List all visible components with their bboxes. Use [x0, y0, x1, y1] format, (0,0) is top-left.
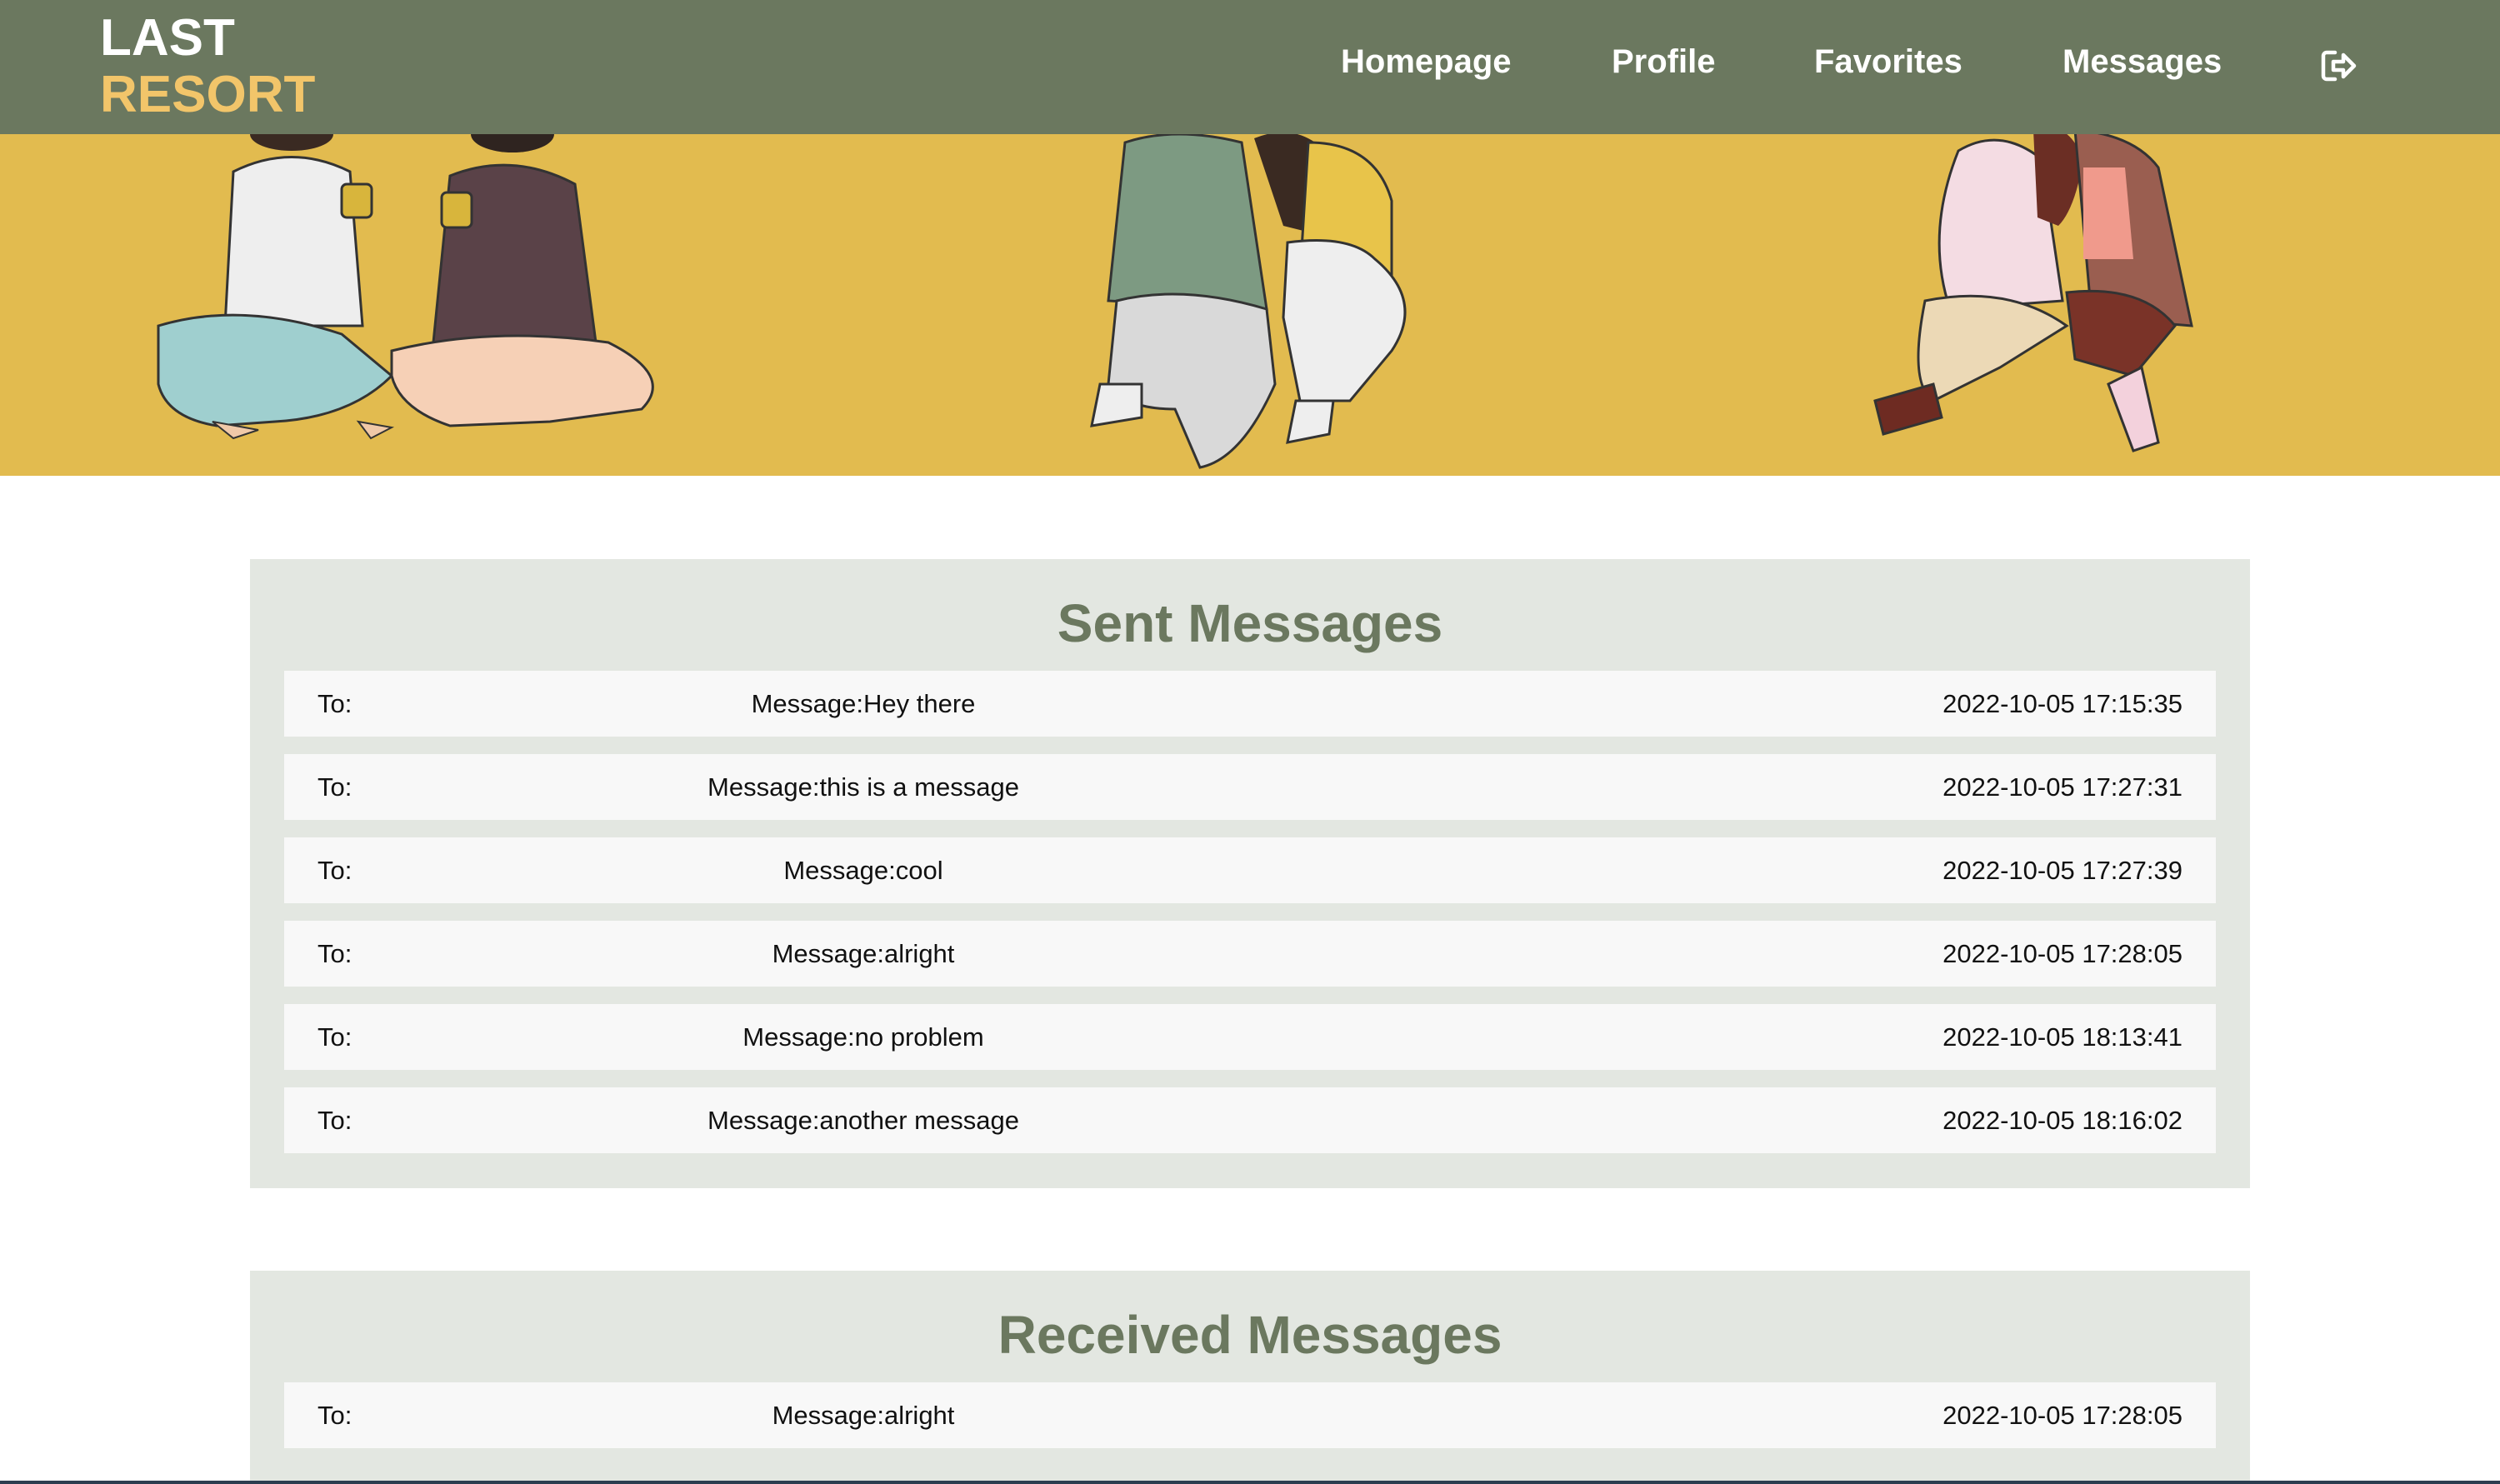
message-text: Message:no problem [742, 1022, 984, 1052]
illustration-couple-center [1090, 134, 1407, 469]
site-logo[interactable]: LAST RESORT [100, 10, 315, 123]
message-row[interactable]: To: Message:alright 2022-10-05 17:28:05 [284, 1382, 2216, 1448]
sent-messages-title: Sent Messages [1057, 593, 1443, 653]
message-text: Message:alright [772, 1401, 955, 1430]
message-row[interactable]: To: Message:alright 2022-10-05 17:28:05 [284, 921, 2216, 987]
sent-messages-panel: Sent Messages To: Message:Hey there 2022-1… [250, 559, 2250, 1188]
message-row[interactable]: To: Message:no problem 2022-10-05 18:13:41 [284, 1004, 2216, 1070]
message-text: Message:alright [772, 939, 955, 968]
message-timestamp: 2022-10-05 17:15:35 [1942, 689, 2182, 718]
message-timestamp: 2022-10-05 17:27:31 [1942, 772, 2182, 802]
nav-link-favorites[interactable]: Favorites [1814, 43, 1962, 81]
message-timestamp: 2022-10-05 17:28:05 [1942, 939, 2182, 968]
illustration-couple-right [1873, 134, 2193, 452]
nav-link-homepage[interactable]: Homepage [1341, 43, 1512, 81]
message-text: Message:this is a message [708, 772, 1019, 802]
message-row[interactable]: To: Message:this is a message 2022-10-05 1… [284, 754, 2216, 820]
hero-banner [0, 134, 2500, 476]
logo-line-1: LAST [100, 9, 235, 67]
top-navbar: LAST RESORT Homepage Profile Favorites M… [0, 0, 2500, 134]
message-text: Message:cool [783, 856, 943, 885]
message-timestamp: 2022-10-05 17:28:05 [1942, 1401, 2182, 1430]
message-row[interactable]: To: Message:Hey there 2022-10-05 17:15:35 [284, 671, 2216, 737]
illustration-couple-left [157, 134, 654, 440]
logout-icon[interactable] [2318, 46, 2358, 86]
message-row[interactable]: To: Message:another message 2022-10-05 18:… [284, 1087, 2216, 1153]
nav-link-profile[interactable]: Profile [1612, 43, 1715, 81]
received-messages-panel: Received Messages To: Message:alright 2022… [250, 1271, 2250, 1484]
message-text: Message:Hey there [751, 689, 976, 718]
page-bottom-edge [0, 1481, 2500, 1484]
message-timestamp: 2022-10-05 18:13:41 [1942, 1022, 2182, 1052]
logo-line-2: RESORT [100, 66, 316, 123]
message-text: Message:another message [708, 1106, 1019, 1135]
nav-link-messages[interactable]: Messages [2062, 43, 2222, 81]
received-messages-title: Received Messages [998, 1305, 1502, 1365]
message-row[interactable]: To: Message:cool 2022-10-05 17:27:39 [284, 837, 2216, 903]
message-timestamp: 2022-10-05 17:27:39 [1942, 856, 2182, 885]
message-timestamp: 2022-10-05 18:16:02 [1942, 1106, 2182, 1135]
